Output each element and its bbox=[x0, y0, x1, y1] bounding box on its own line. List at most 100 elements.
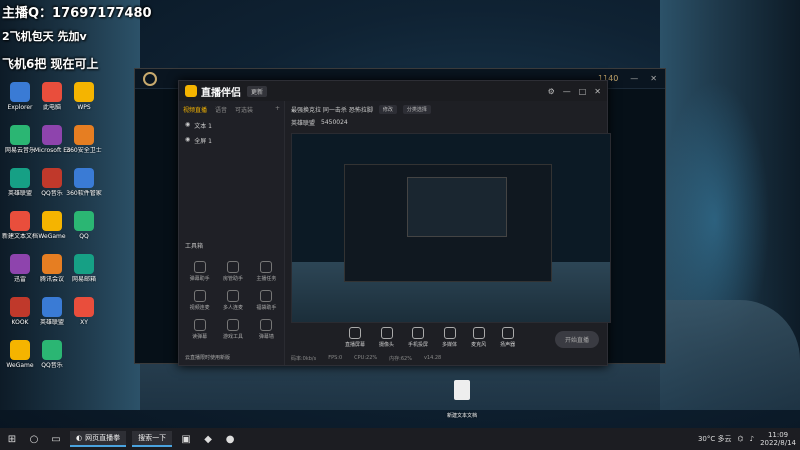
source-action-button[interactable]: 直播屏幕 bbox=[345, 327, 365, 348]
source-action-button[interactable]: 手机投屏 bbox=[408, 327, 428, 348]
settings-icon[interactable]: ⚙ bbox=[548, 87, 555, 96]
tab-voice[interactable]: 语音 bbox=[215, 105, 227, 114]
scene-item[interactable]: ◉ 全屏 1 bbox=[179, 133, 284, 148]
taskbar-search-app[interactable]: 搜索一下 bbox=[132, 431, 173, 447]
desktop-icon[interactable]: QQ音乐 bbox=[34, 168, 70, 197]
streamer-taskbar-icon[interactable]: ● bbox=[222, 431, 238, 447]
update-chip[interactable]: 更新 bbox=[247, 85, 268, 97]
desktop-icon-label: 迅雷 bbox=[13, 276, 26, 283]
desktop-icon[interactable]: 此电脑 bbox=[34, 82, 70, 111]
desktop-icon-label: QQ音乐 bbox=[41, 190, 63, 197]
app-icon bbox=[42, 82, 62, 102]
lol-taskbar-icon[interactable]: ◆ bbox=[200, 431, 216, 447]
start-live-button[interactable]: 开始直播 bbox=[554, 331, 599, 348]
source-action-button[interactable]: 扬声器 bbox=[500, 327, 515, 348]
taskbar-browser-app[interactable]: ◐ 网页直播拳 bbox=[70, 431, 127, 447]
tool-icon bbox=[193, 290, 206, 302]
volume-icon[interactable]: ♪ bbox=[750, 435, 754, 443]
app-icon bbox=[42, 168, 62, 188]
app-icon bbox=[42, 125, 62, 145]
tool-button[interactable]: 福袋助手 bbox=[250, 290, 283, 311]
system-tray: 30°C 多云 ⌬ ♪ 11:09 2022/8/14 bbox=[698, 431, 796, 447]
desktop-icon[interactable]: KOOK bbox=[2, 297, 38, 326]
tab-optional[interactable]: 可选装 bbox=[235, 105, 253, 114]
status-item: 码率:0kb/s bbox=[291, 356, 317, 362]
desktop-icon[interactable]: 迅雷 bbox=[2, 254, 38, 283]
tool-icon bbox=[226, 261, 239, 273]
minimize-icon[interactable]: — bbox=[630, 74, 638, 83]
desktop-icon[interactable]: 网易云音乐 bbox=[2, 125, 38, 154]
desktop-icon[interactable]: WPS bbox=[66, 82, 102, 111]
maximize-icon[interactable]: □ bbox=[579, 87, 587, 96]
eye-icon[interactable]: ◉ bbox=[185, 121, 190, 130]
app-icon bbox=[74, 297, 94, 317]
task-view-icon[interactable]: ▭ bbox=[48, 431, 64, 447]
source-action-button[interactable]: 麦克风 bbox=[471, 327, 486, 348]
desktop-icon-label: XY bbox=[80, 319, 88, 326]
source-action-icon bbox=[501, 327, 514, 339]
tool-label: 游戏工具 bbox=[222, 334, 243, 340]
tool-button[interactable]: 主播任务 bbox=[250, 261, 283, 282]
desktop-icon-label: Microsoft Edge bbox=[34, 147, 70, 154]
desktop-icon[interactable]: WeGame bbox=[2, 340, 38, 369]
source-action-icon bbox=[472, 327, 485, 339]
desktop-icon[interactable]: 网易邮箱 bbox=[66, 254, 102, 283]
tool-button[interactable]: 读弹幕 bbox=[183, 319, 216, 340]
preview-nested-window bbox=[344, 164, 552, 282]
network-icon[interactable]: ⌬ bbox=[738, 435, 744, 443]
app-titlebar: 直播伴侣 更新 ⚙ — □ ✕ bbox=[179, 81, 607, 101]
source-action-button[interactable]: 摄像头 bbox=[379, 327, 394, 348]
app-icon bbox=[42, 211, 62, 231]
game-label: 英雄联盟 bbox=[291, 120, 316, 127]
add-icon[interactable]: + bbox=[275, 105, 280, 114]
tool-button[interactable]: 游戏工具 bbox=[216, 319, 249, 340]
edit-title-button[interactable]: 修改 bbox=[378, 105, 397, 114]
file-explorer-icon[interactable]: ▣ bbox=[178, 431, 194, 447]
tool-label: 弹幕助手 bbox=[189, 276, 210, 282]
desktop-icon[interactable]: QQ音乐 bbox=[34, 340, 70, 369]
clock[interactable]: 11:09 2022/8/14 bbox=[760, 431, 796, 447]
status-item: 内存:62% bbox=[389, 356, 412, 362]
desktop-icon[interactable]: XY bbox=[66, 297, 102, 326]
desktop-icon-label: WPS bbox=[77, 104, 91, 111]
tool-button[interactable]: 弹幕助手 bbox=[183, 261, 216, 282]
tool-button[interactable]: 房管助手 bbox=[216, 261, 249, 282]
desktop-file-icon[interactable]: 新建文本文档 bbox=[440, 380, 484, 421]
desktop-icon[interactable]: 英雄联盟 bbox=[2, 168, 38, 197]
left-footer-notice[interactable]: 云直播限时使用新版 bbox=[185, 354, 230, 361]
eye-icon[interactable]: ◉ bbox=[185, 136, 190, 145]
streamer-app-window[interactable]: 直播伴侣 更新 ⚙ — □ ✕ 视频直播 语音 可选装 + ◉ 文本 1 ◉ 全… bbox=[178, 80, 611, 366]
close-icon[interactable]: ✕ bbox=[650, 74, 657, 83]
desktop-icon[interactable]: 腾讯会议 bbox=[34, 254, 70, 283]
stream-preview[interactable] bbox=[291, 133, 611, 323]
tool-button[interactable]: 视频连麦 bbox=[183, 290, 216, 311]
desktop-icon[interactable]: 360安全卫士 bbox=[66, 125, 102, 154]
tab-video-live[interactable]: 视频直播 bbox=[183, 105, 207, 114]
tool-label: 主播任务 bbox=[256, 276, 277, 282]
desktop-icon[interactable]: 英雄联盟 bbox=[34, 297, 70, 326]
app-icon bbox=[74, 82, 94, 102]
desktop-icon[interactable]: Explorer bbox=[2, 82, 38, 111]
tool-button[interactable]: 多人连麦 bbox=[216, 290, 249, 311]
minimize-icon[interactable]: — bbox=[563, 87, 571, 96]
tool-button[interactable]: 弹幕墙 bbox=[250, 319, 283, 340]
desktop-icon-label: QQ bbox=[79, 233, 89, 240]
desktop-icon-label: 英雄联盟 bbox=[7, 190, 32, 197]
search-icon[interactable]: ○ bbox=[26, 431, 42, 447]
source-action-button[interactable]: 多媒体 bbox=[442, 327, 457, 348]
source-action-label: 多媒体 bbox=[442, 342, 458, 348]
taskbar: ⊞ ○ ▭ ◐ 网页直播拳 搜索一下 ▣ ◆ ● 30°C 多云 ⌬ ♪ 11:… bbox=[0, 428, 800, 450]
desktop-icon[interactable]: Microsoft Edge bbox=[34, 125, 70, 154]
app-icon bbox=[10, 168, 30, 188]
desktop-icon[interactable]: WeGame bbox=[34, 211, 70, 240]
close-icon[interactable]: ✕ bbox=[594, 87, 601, 96]
category-select[interactable]: 分类选择 bbox=[402, 105, 431, 114]
desktop-icon[interactable]: 新建文本文档 bbox=[2, 211, 38, 240]
weather-text[interactable]: 30°C 多云 bbox=[698, 434, 732, 444]
windows-start-icon[interactable]: ⊞ bbox=[4, 431, 20, 447]
desktop-icon-label: KOOK bbox=[11, 319, 29, 326]
toolbox-grid: 弹幕助手 房管助手 主播任务视频连麦 多人连麦 福袋助手读弹幕 游戏工具 弹幕墙 bbox=[183, 261, 283, 340]
scene-item[interactable]: ◉ 文本 1 bbox=[179, 118, 284, 133]
desktop-icon[interactable]: QQ bbox=[66, 211, 102, 240]
desktop-icon[interactable]: 360软件管家 bbox=[66, 168, 102, 197]
